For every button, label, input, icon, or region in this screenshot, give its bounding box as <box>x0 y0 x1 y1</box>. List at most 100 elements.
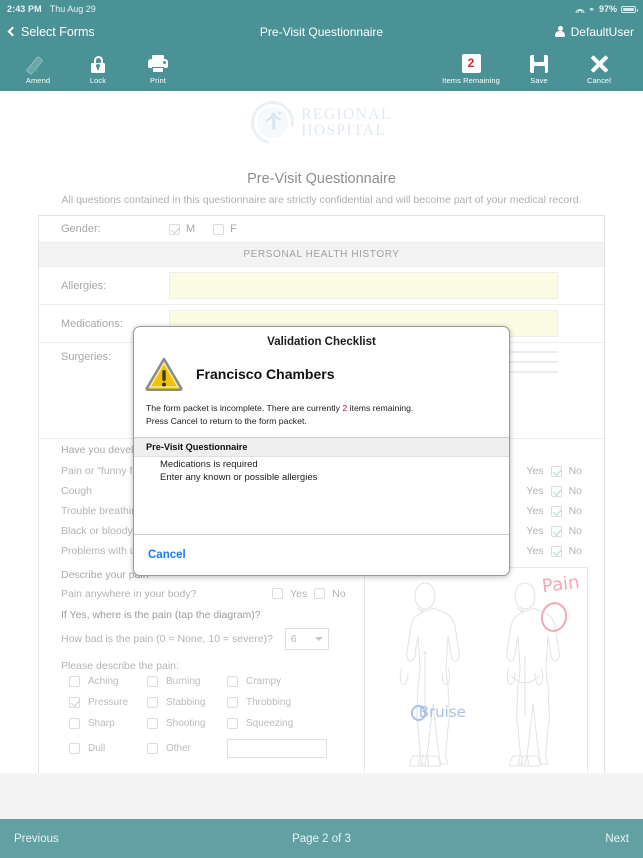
dialog-title: Validation Checklist <box>267 336 376 348</box>
descriptor-crampy[interactable]: Crampy <box>227 676 327 687</box>
form-heading: Pre-Visit Questionnaire <box>247 171 396 187</box>
yes-label-stools: Yes <box>526 525 544 537</box>
descriptor-throbbing[interactable]: Throbbing <box>227 697 327 708</box>
page-title: Pre-Visit Questionnaire <box>259 24 384 39</box>
pressure-checkbox[interactable] <box>69 697 80 708</box>
pain-anywhere-no-checkbox[interactable] <box>314 588 326 599</box>
no-label-cough: No <box>568 485 582 497</box>
items-remaining-button[interactable]: 2 Items Remaining <box>433 52 509 85</box>
gender-m-checkbox[interactable] <box>169 223 180 235</box>
describe-pain-lead: Please describe the pain: <box>61 660 179 672</box>
shooting-checkbox[interactable] <box>147 718 158 729</box>
pain-anywhere-label: Pain anywhere in your body? <box>61 588 197 600</box>
pain-scale-row: How bad is the pain (0 = None, 10 = seve… <box>39 621 364 650</box>
select-forms-back-button[interactable]: Select Forms <box>7 25 95 39</box>
no-label-urination: No <box>568 545 582 557</box>
pain-anywhere-yes-label: Yes <box>290 588 308 600</box>
print-button[interactable]: Print <box>128 52 188 85</box>
items-remaining-label: Items Remaining <box>442 75 500 85</box>
save-button[interactable]: Save <box>509 52 569 85</box>
yes-label-urination: Yes <box>526 545 544 557</box>
dialog-patient-name: Francisco Chambers <box>196 366 335 382</box>
burning-checkbox[interactable] <box>147 676 158 687</box>
previous-page-button[interactable]: Previous <box>14 833 59 845</box>
descriptor-squeezing[interactable]: Squeezing <box>227 718 327 729</box>
dialog-message: The form packet is incomplete. There are… <box>134 391 509 437</box>
dialog-message-part-2: items remaining. <box>347 403 414 413</box>
lock-button[interactable]: Lock <box>68 52 128 85</box>
allergies-input[interactable] <box>169 272 558 299</box>
throbbing-checkbox[interactable] <box>227 697 238 708</box>
stabbing-checkbox[interactable] <box>147 697 158 708</box>
logo-line-2: HOSPITAL <box>301 121 387 139</box>
no-checkbox-urination[interactable] <box>550 545 562 557</box>
descriptor-dull[interactable]: Dull <box>69 739 147 758</box>
other-text-input[interactable] <box>227 739 327 758</box>
descriptor-pressure[interactable]: Pressure <box>69 697 147 708</box>
dull-checkbox[interactable] <box>69 743 80 754</box>
pain-anywhere-yes-checkbox[interactable] <box>272 588 284 599</box>
aching-label: Aching <box>88 676 119 687</box>
pain-scale-select[interactable]: 6 <box>284 628 329 650</box>
amend-label: Amend <box>25 75 51 85</box>
gender-option-f[interactable]: F <box>213 223 237 235</box>
gender-option-m[interactable]: M <box>169 223 195 235</box>
allergies-row: Allergies: <box>39 267 604 305</box>
close-x-icon <box>590 54 609 73</box>
logo-line-1: REGIONAL <box>301 106 392 123</box>
cancel-button[interactable]: Cancel <box>569 52 629 85</box>
navigation-bar: Select Forms Pre-Visit Questionnaire Def… <box>0 18 643 45</box>
descriptor-sharp[interactable]: Sharp <box>69 718 147 729</box>
annotation-pain-text: Pain <box>540 571 581 598</box>
validation-checklist-dialog: Validation Checklist Francisco Chambers … <box>133 326 510 576</box>
checklist-group-header: Pre-Visit Questionnaire <box>134 437 509 457</box>
pain-descriptor-grid: Aching Burning Crampy Pressure Stabbing … <box>39 676 364 758</box>
list-item: Enter any known or possible allergies <box>160 471 318 483</box>
pressure-label: Pressure <box>88 697 129 708</box>
battery-percent: 97% <box>598 4 617 14</box>
descriptor-burning[interactable]: Burning <box>147 676 227 687</box>
lock-icon <box>91 55 105 73</box>
dialog-checklist: Pre-Visit Questionnaire Medications is r… <box>134 436 509 535</box>
page-indicator: Page 2 of 3 <box>292 832 351 845</box>
pencil-icon <box>29 55 47 73</box>
gender-f-checkbox[interactable] <box>213 223 225 235</box>
stabbing-label: Stabbing <box>166 697 206 708</box>
yes-label-breathing: Yes <box>526 505 544 517</box>
person-icon <box>555 25 566 38</box>
dialog-message-line-2: Press Cancel to return to the form packe… <box>146 416 307 427</box>
save-label: Save <box>530 75 548 85</box>
sharp-checkbox[interactable] <box>69 718 80 729</box>
user-menu-button[interactable]: DefaultUser <box>555 25 634 39</box>
hospital-logo: REGIONAL HOSPITAL <box>0 91 643 153</box>
no-checkbox-breathing[interactable] <box>550 505 562 517</box>
aching-checkbox[interactable] <box>69 676 80 687</box>
descriptor-stabbing[interactable]: Stabbing <box>147 697 227 708</box>
crampy-checkbox[interactable] <box>227 676 238 687</box>
chevron-down-icon <box>314 637 323 641</box>
pain-scale-question: How bad is the pain (0 = None, 10 = seve… <box>61 633 273 645</box>
dialog-cancel-button[interactable]: Cancel <box>148 549 186 561</box>
no-checkbox-cough[interactable] <box>550 485 562 497</box>
body-diagram[interactable]: Pain Bruise <box>363 567 588 773</box>
other-checkbox[interactable] <box>147 743 158 754</box>
squeezing-label: Squeezing <box>246 718 294 729</box>
amend-button[interactable]: Amend <box>8 52 68 85</box>
gender-label: Gender: <box>61 223 101 235</box>
descriptor-aching[interactable]: Aching <box>69 676 147 687</box>
throbbing-label: Throbbing <box>246 697 292 708</box>
no-checkbox-stools[interactable] <box>550 525 562 537</box>
battery-icon <box>621 5 638 13</box>
no-label-chest: No <box>568 465 582 477</box>
cancel-label: Cancel <box>587 75 611 85</box>
annotation-bruise-text: Bruise <box>418 703 466 721</box>
descriptor-shooting[interactable]: Shooting <box>147 718 227 729</box>
no-checkbox-chest[interactable] <box>550 465 562 477</box>
section-header-personal-health-history: PERSONAL HEALTH HISTORY <box>39 243 604 267</box>
squeezing-checkbox[interactable] <box>227 718 238 729</box>
other-label: Other <box>166 743 192 754</box>
descriptor-other[interactable]: Other <box>147 739 227 758</box>
list-item: Medications is required <box>160 458 258 470</box>
next-page-button[interactable]: Next <box>605 833 629 845</box>
wifi-icon <box>575 6 585 13</box>
